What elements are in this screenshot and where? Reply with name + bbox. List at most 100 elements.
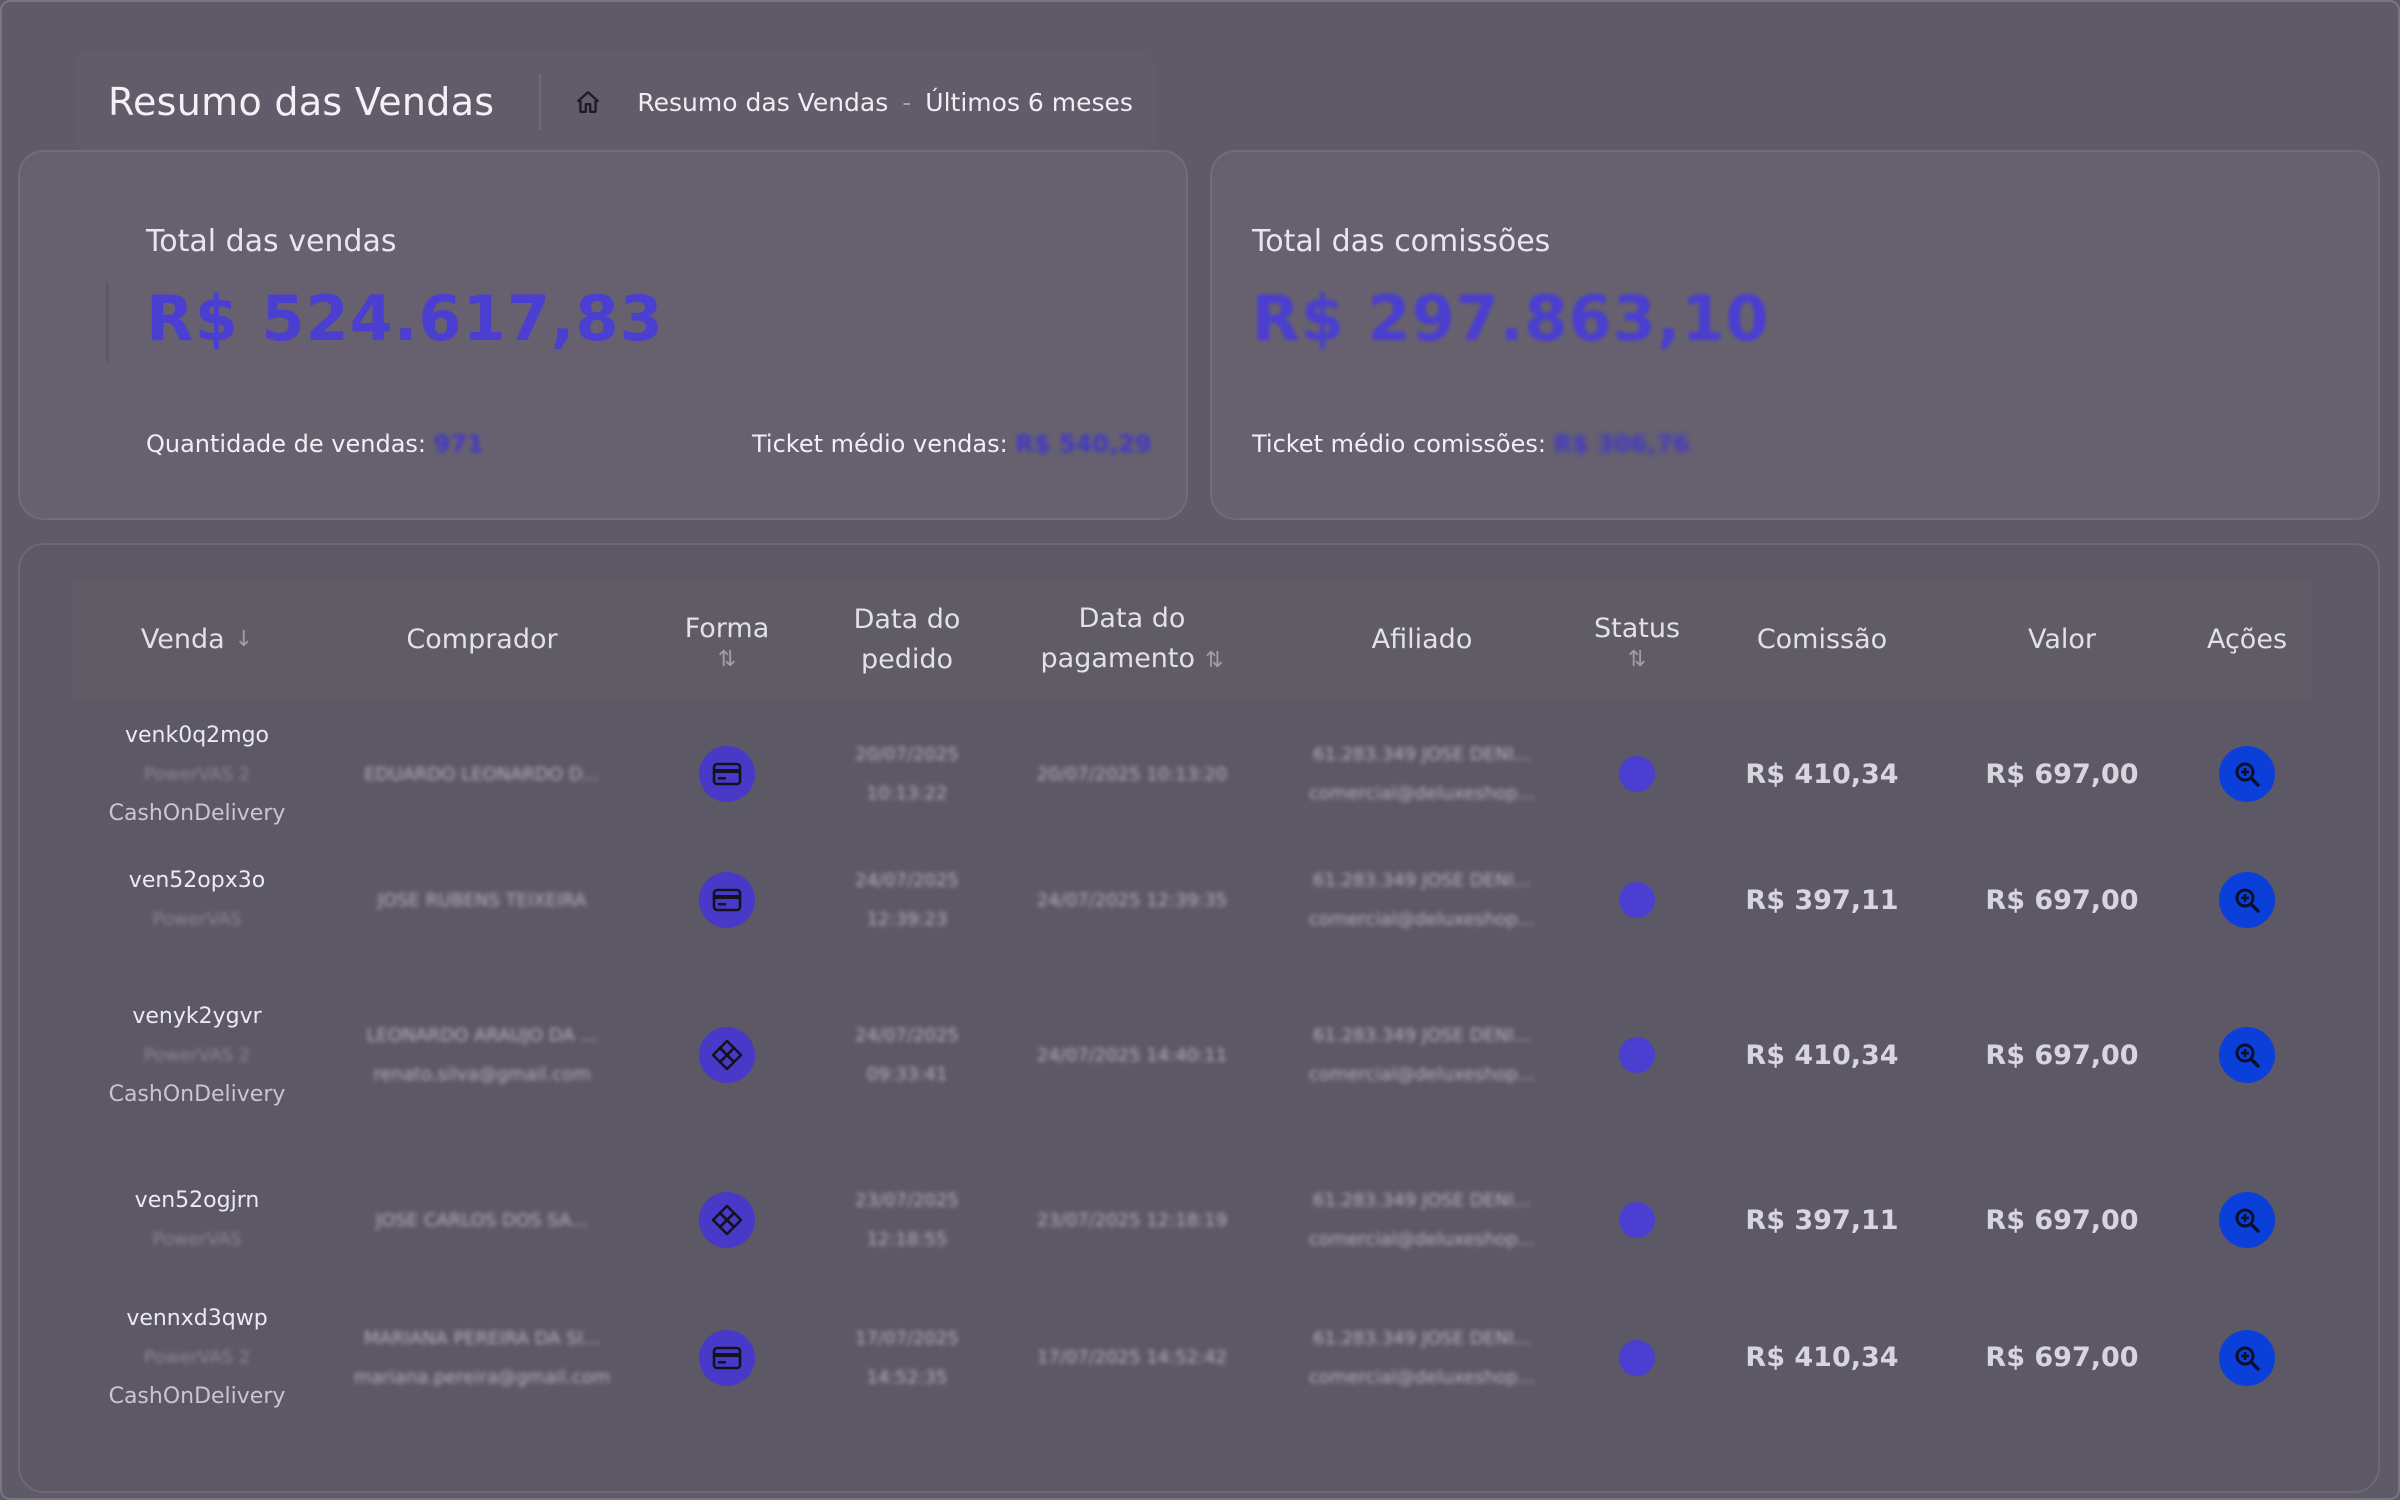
cell-data-pagamento: 20/07/2025 10:13:20 <box>1002 703 1262 845</box>
cell-comissao: R$ 397,11 <box>1712 1155 1932 1285</box>
cell-acoes <box>2182 955 2312 1155</box>
affiliate-info: comercial@deluxeshop... <box>1309 1366 1535 1388</box>
sale-payment-type: CashOnDelivery <box>108 1384 286 1409</box>
credit-card-icon <box>699 1329 755 1386</box>
column-header-forma[interactable]: Forma ⇅ <box>652 581 802 699</box>
cell-venda: ven52opx3o PowerVAS <box>72 845 322 955</box>
sales-ticket: Ticket médio vendas: R$ 540,29 <box>752 430 1152 458</box>
sale-product: PowerVAS <box>152 909 242 930</box>
sort-desc-icon[interactable]: ↓ <box>235 620 253 660</box>
cell-comprador: MARIANA PEREIRA DA SI... mariana.pereira@… <box>354 1285 610 1430</box>
cell-comprador: LEONARDO ARAUJO DA ... renato.silva@gmail… <box>362 955 602 1155</box>
cell-status <box>1552 703 1722 845</box>
payment-date: 24/07/2025 14:40:11 <box>1036 1044 1228 1066</box>
column-header-comissao: Comissão <box>1712 581 1932 699</box>
column-header-data-pedido-line1: Data do <box>853 604 961 635</box>
sort-icon[interactable]: ⇅ <box>1205 648 1223 673</box>
sort-icon[interactable]: ⇅ <box>1628 649 1646 671</box>
cell-afiliado: 61.283.349 JOSE DENI... comercial@deluxes… <box>1272 1285 1572 1430</box>
affiliate-info: 61.283.349 JOSE DENI... <box>1313 1190 1531 1211</box>
table-row: venk0q2mgo PowerVAS 2 CashOnDelivery EDUARD… <box>72 703 2312 845</box>
column-header-afiliado: Afiliado <box>1272 581 1572 699</box>
total-commissions-label: Total das comissões <box>1252 224 1551 259</box>
zoom-in-icon <box>2233 1206 2261 1234</box>
sale-payment-type: CashOnDelivery <box>108 800 286 826</box>
column-header-status-label: Status <box>1593 613 1681 644</box>
affiliate-info: comercial@deluxeshop... <box>1309 1064 1535 1085</box>
affiliate-info: 61.283.349 JOSE DENI... <box>1313 744 1531 765</box>
order-date: 23/07/2025 <box>855 1190 959 1211</box>
cell-status <box>1552 955 1722 1155</box>
column-header-venda[interactable]: Venda ↓ <box>72 581 322 699</box>
home-icon[interactable] <box>573 87 603 117</box>
payment-date: 24/07/2025 12:39:35 <box>1036 889 1228 911</box>
order-time: 09:33:41 <box>866 1064 948 1085</box>
affiliate-info: comercial@deluxeshop... <box>1309 909 1535 930</box>
cell-acoes <box>2182 845 2312 955</box>
view-details-button[interactable] <box>2219 1329 2275 1386</box>
status-indicator <box>1619 1339 1655 1376</box>
affiliate-info: 61.283.349 JOSE DENI... <box>1313 1025 1531 1046</box>
breadcrumb-item-sales-summary[interactable]: Resumo das Vendas <box>637 88 888 117</box>
cell-data-pagamento: 24/07/2025 14:40:11 <box>1002 955 1262 1155</box>
column-header-acoes: Ações <box>2182 581 2312 699</box>
buyer-info: LEONARDO ARAUJO DA ... <box>366 1025 598 1046</box>
cell-comprador: JOSE CARLOS DOS SA... <box>362 1155 602 1285</box>
sale-product: PowerVAS 2 <box>143 763 251 785</box>
cell-afiliado: 61.283.349 JOSE DENI... comercial@deluxes… <box>1272 1155 1572 1285</box>
sale-payment-type: CashOnDelivery <box>108 1081 286 1107</box>
order-date: 24/07/2025 <box>855 1025 959 1046</box>
cell-comprador: JOSE RUBENS TEIXEIRA <box>362 845 602 955</box>
sales-ticket-value: R$ 540,29 <box>1015 430 1152 458</box>
column-header-valor-label: Valor <box>2027 624 2097 655</box>
table-row: vennxd3qwp PowerVAS 2 CashOnDelivery MARIAN… <box>72 1285 2312 1430</box>
total-sales-card: Total das vendas R$ 524.617,83 Quantidad… <box>18 150 1188 520</box>
pix-icon <box>699 1192 755 1248</box>
total-commissions-card: Total das comissões R$ 297.863,10 Ticket… <box>1210 150 2380 520</box>
cell-acoes <box>2182 703 2312 845</box>
view-details-button[interactable] <box>2219 1027 2275 1083</box>
cell-venda: ven52ogjrn PowerVAS <box>72 1155 322 1285</box>
credit-card-icon <box>699 746 755 802</box>
buyer-info: JOSE CARLOS DOS SA... <box>375 1209 589 1231</box>
column-header-status[interactable]: Status ⇅ <box>1552 581 1722 699</box>
payment-date: 20/07/2025 10:13:20 <box>1036 763 1228 785</box>
column-header-data-pagamento-line1: Data do <box>1078 603 1186 634</box>
cell-data-pedido: 23/07/2025 12:18:55 <box>817 1155 997 1285</box>
view-details-button[interactable] <box>2219 1192 2275 1248</box>
sales-quantity-label: Quantidade de vendas: <box>146 430 427 458</box>
affiliate-info: comercial@deluxeshop... <box>1309 1229 1535 1250</box>
commission-value: R$ 397,11 <box>1745 1204 1899 1236</box>
cell-forma <box>652 845 802 955</box>
payment-date: 23/07/2025 12:18:19 <box>1036 1209 1228 1231</box>
cell-afiliado: 61.283.349 JOSE DENI... comercial@deluxes… <box>1272 845 1572 955</box>
order-time: 14:52:35 <box>866 1366 948 1388</box>
cell-data-pedido: 24/07/2025 12:39:23 <box>817 845 997 955</box>
view-details-button[interactable] <box>2219 872 2275 928</box>
sale-product: PowerVAS 2 <box>143 1347 251 1368</box>
sort-icon[interactable]: ⇅ <box>718 649 736 671</box>
table-row: venyk2ygvr PowerVAS 2 CashOnDelivery LEONAR… <box>72 955 2312 1155</box>
cell-comprador: EDUARDO LEONARDO D... <box>362 703 602 845</box>
affiliate-info: 61.283.349 JOSE DENI... <box>1313 1327 1531 1349</box>
cell-comissao: R$ 410,34 <box>1712 703 1932 845</box>
card-accent-bar <box>106 282 109 362</box>
payment-date: 17/07/2025 14:52:42 <box>1036 1347 1228 1368</box>
cell-forma <box>652 1155 802 1285</box>
sales-quantity-value: 971 <box>433 430 484 458</box>
sales-table-card: Venda ↓ Comprador Forma ⇅ Data do pedido… <box>18 543 2380 1493</box>
cell-data-pagamento: 23/07/2025 12:18:19 <box>1002 1155 1262 1285</box>
column-header-data-pagamento[interactable]: Data do pagamento ⇅ <box>1002 581 1262 699</box>
order-time: 12:18:55 <box>866 1229 948 1250</box>
sale-product: PowerVAS <box>152 1229 242 1250</box>
cell-comissao: R$ 410,34 <box>1712 1285 1932 1430</box>
table-row: ven52opx3o PowerVAS JOSE RUBENS TEIXEIRA 24… <box>72 845 2312 955</box>
commissions-ticket-label: Ticket médio comissões: <box>1252 430 1546 458</box>
cell-acoes <box>2182 1155 2312 1285</box>
zoom-in-icon <box>2233 886 2261 914</box>
view-details-button[interactable] <box>2219 746 2275 802</box>
commission-value: R$ 410,34 <box>1745 1342 1899 1373</box>
order-time: 10:13:22 <box>866 783 948 804</box>
table-header: Venda ↓ Comprador Forma ⇅ Data do pedido… <box>72 581 2312 699</box>
buyer-info: EDUARDO LEONARDO D... <box>364 763 600 785</box>
